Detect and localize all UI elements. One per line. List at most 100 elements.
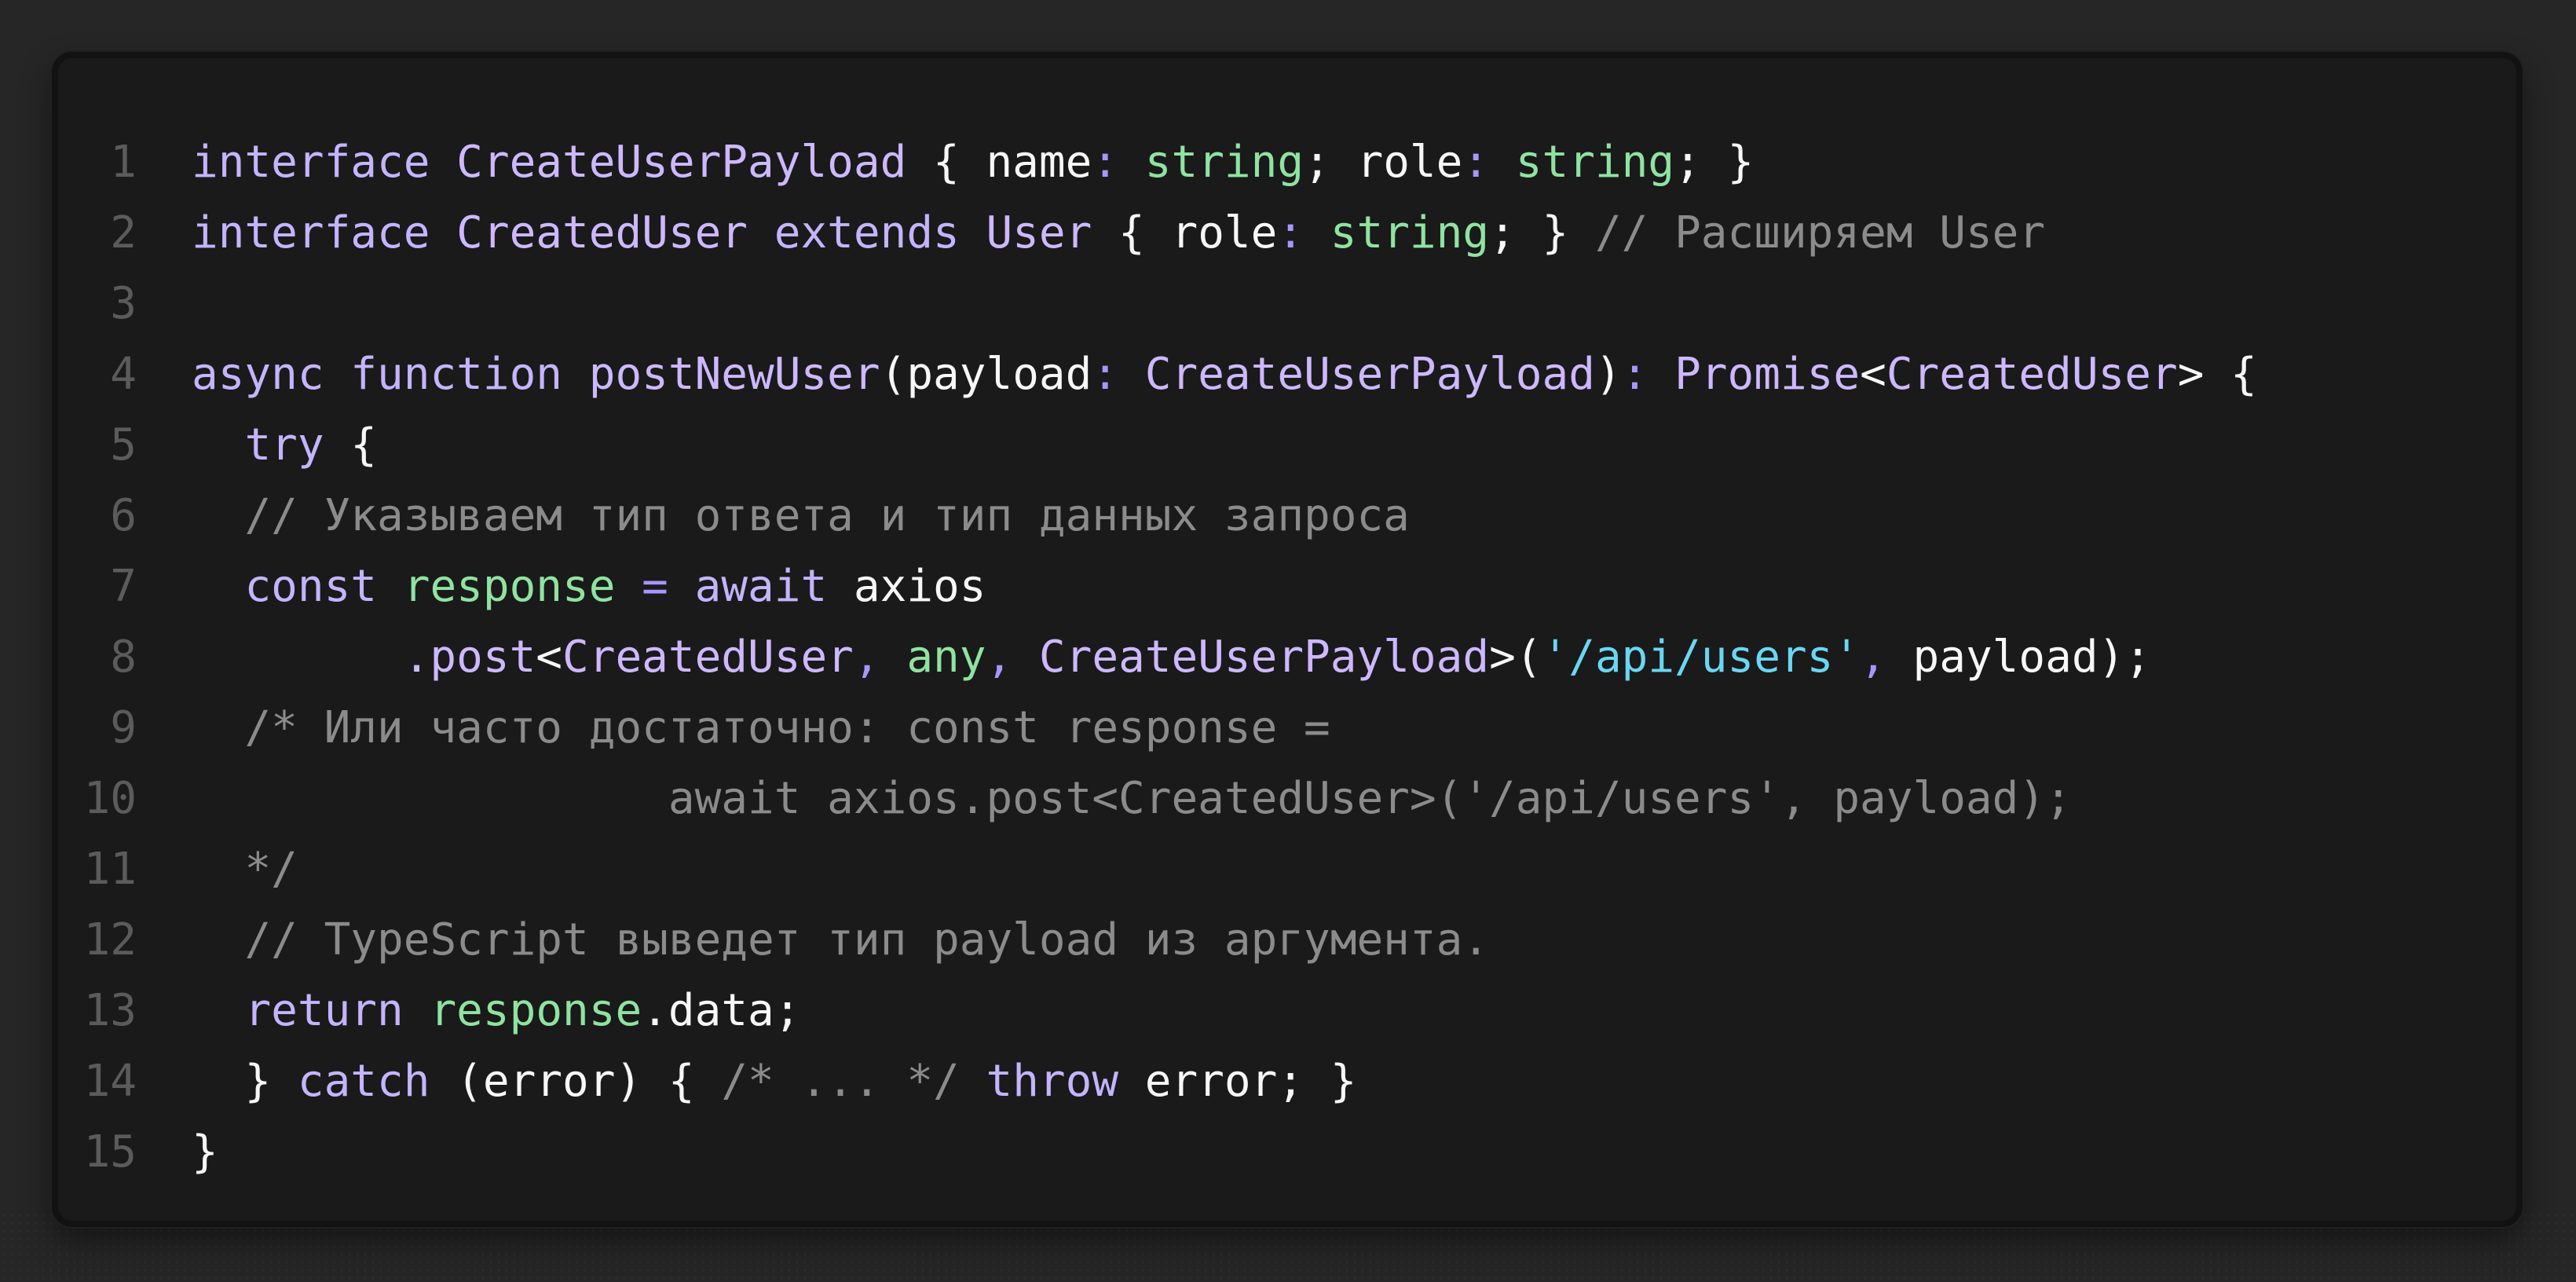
line-number: 12	[83, 914, 137, 965]
code-token: error; }	[1118, 1056, 1357, 1107]
code-token: const	[244, 561, 404, 612]
code-line-13: 13 return response.data;	[58, 976, 2516, 1046]
code-token: postNewUser	[588, 349, 880, 400]
code-token: return	[244, 985, 430, 1036]
code-token: /* Или часто достаточно: const response …	[244, 702, 1330, 753]
code-token: <	[536, 632, 563, 683]
line-number: 2	[110, 207, 137, 258]
code-token: CreatedUser	[456, 207, 748, 258]
code-line-1: 1 interface CreateUserPayload { name: str…	[58, 127, 2516, 198]
code-line-12: 12 // TypeScript выведет тип payload из …	[58, 905, 2516, 976]
code-token: User	[986, 207, 1092, 258]
code-line-9: 9 /* Или часто достаточно: const respons…	[58, 693, 2516, 764]
code-token: name	[986, 137, 1092, 188]
code-text: */	[192, 834, 2516, 905]
line-number: 10	[83, 773, 137, 824]
code-token: .data;	[642, 985, 801, 1036]
line-number: 14	[83, 1056, 137, 1107]
code-token: )	[1594, 349, 1622, 400]
line-number: 7	[110, 561, 137, 612]
code-token: async	[192, 349, 351, 400]
code-line-7: 7 const response = await axios	[58, 551, 2516, 622]
code-token: role	[1171, 207, 1278, 258]
code-card: 1 interface CreateUserPayload { name: str…	[52, 52, 2523, 1227]
code-token: ) {	[615, 1056, 722, 1107]
code-line-2: 2 interface CreatedUser extends User { ro…	[58, 198, 2516, 269]
line-number: 11	[83, 844, 137, 895]
code-token: throw	[986, 1056, 1119, 1107]
code-token: >(	[1489, 632, 1542, 683]
code-token: {	[324, 419, 378, 471]
code-text: const response = await axios	[192, 551, 2516, 622]
code-token: .post	[403, 632, 536, 683]
code-token: {	[1092, 207, 1172, 258]
code-token: string	[1330, 207, 1490, 258]
code-line-6: 6 // Указываем тип ответа и тип данных з…	[58, 481, 2516, 551]
code-token: */	[244, 844, 298, 895]
code-editor: 1 interface CreateUserPayload { name: str…	[58, 127, 2516, 1188]
line-number: 6	[110, 490, 137, 541]
code-token: :	[1092, 349, 1145, 400]
line-number: 3	[110, 278, 137, 329]
code-text: interface CreateUserPayload { name: stri…	[192, 127, 2516, 198]
code-token: await axios.post<CreatedUser>('/api/user…	[668, 773, 2072, 824]
line-number: 4	[110, 349, 137, 400]
code-token: response	[430, 985, 642, 1036]
code-line-11: 11 */	[58, 834, 2516, 905]
code-text: await axios.post<CreatedUser>('/api/user…	[192, 764, 2516, 834]
code-token: CreatedUser	[562, 632, 854, 683]
code-token: // Расширяем User	[1594, 207, 2046, 258]
code-line-15: 15}	[58, 1117, 2516, 1188]
code-text: } catch (error) { /* ... */ throw error;…	[192, 1046, 2516, 1117]
code-token: ;	[1304, 137, 1357, 188]
code-token: error	[482, 1056, 616, 1107]
code-token: interface	[192, 137, 457, 188]
code-token: Promise	[1674, 349, 1861, 400]
code-text: .post<CreatedUser, any, CreateUserPayloa…	[192, 622, 2516, 693]
code-token: > {	[2177, 349, 2257, 400]
code-token: :	[1092, 137, 1145, 188]
line-number: 8	[110, 632, 137, 683]
code-token: ; }	[1489, 207, 1595, 258]
code-token: await	[694, 561, 854, 612]
code-token: string	[1144, 137, 1304, 188]
code-token: ,	[986, 632, 1039, 683]
code-text: interface CreatedUser extends User { rol…	[192, 198, 2516, 269]
code-token: extends	[748, 207, 986, 258]
code-token: CreateUserPayload	[1144, 349, 1595, 400]
line-number: 5	[110, 419, 137, 471]
code-token: CreateUserPayload	[456, 137, 907, 188]
code-text: /* Или часто достаточно: const response …	[192, 693, 2516, 764]
code-token: (	[430, 1056, 483, 1107]
code-token: payload	[906, 349, 1092, 400]
code-token: ; }	[1674, 137, 1755, 188]
code-token: {	[906, 137, 986, 188]
code-text: // TypeScript выведет тип payload из арг…	[192, 905, 2516, 976]
code-token: ,	[853, 632, 907, 683]
code-token: string	[1515, 137, 1675, 188]
code-token: :	[1277, 207, 1330, 258]
code-token: /* ... */	[721, 1056, 960, 1107]
code-text: }	[192, 1117, 2516, 1188]
code-token: (	[880, 349, 907, 400]
code-token: axios	[853, 561, 986, 612]
line-number: 13	[83, 985, 137, 1036]
code-token: // TypeScript выведет тип payload из арг…	[244, 914, 1490, 965]
code-token: CreatedUser	[1886, 349, 2178, 400]
line-number: 1	[110, 137, 137, 188]
code-token: response	[403, 561, 616, 612]
code-line-10: 10 await axios.post<CreatedUser>('/api/u…	[58, 764, 2516, 834]
code-token: <	[1860, 349, 1886, 400]
code-token: =	[615, 561, 695, 612]
code-token: '/api/users'	[1542, 632, 1861, 683]
code-token: ,	[1860, 632, 1913, 683]
